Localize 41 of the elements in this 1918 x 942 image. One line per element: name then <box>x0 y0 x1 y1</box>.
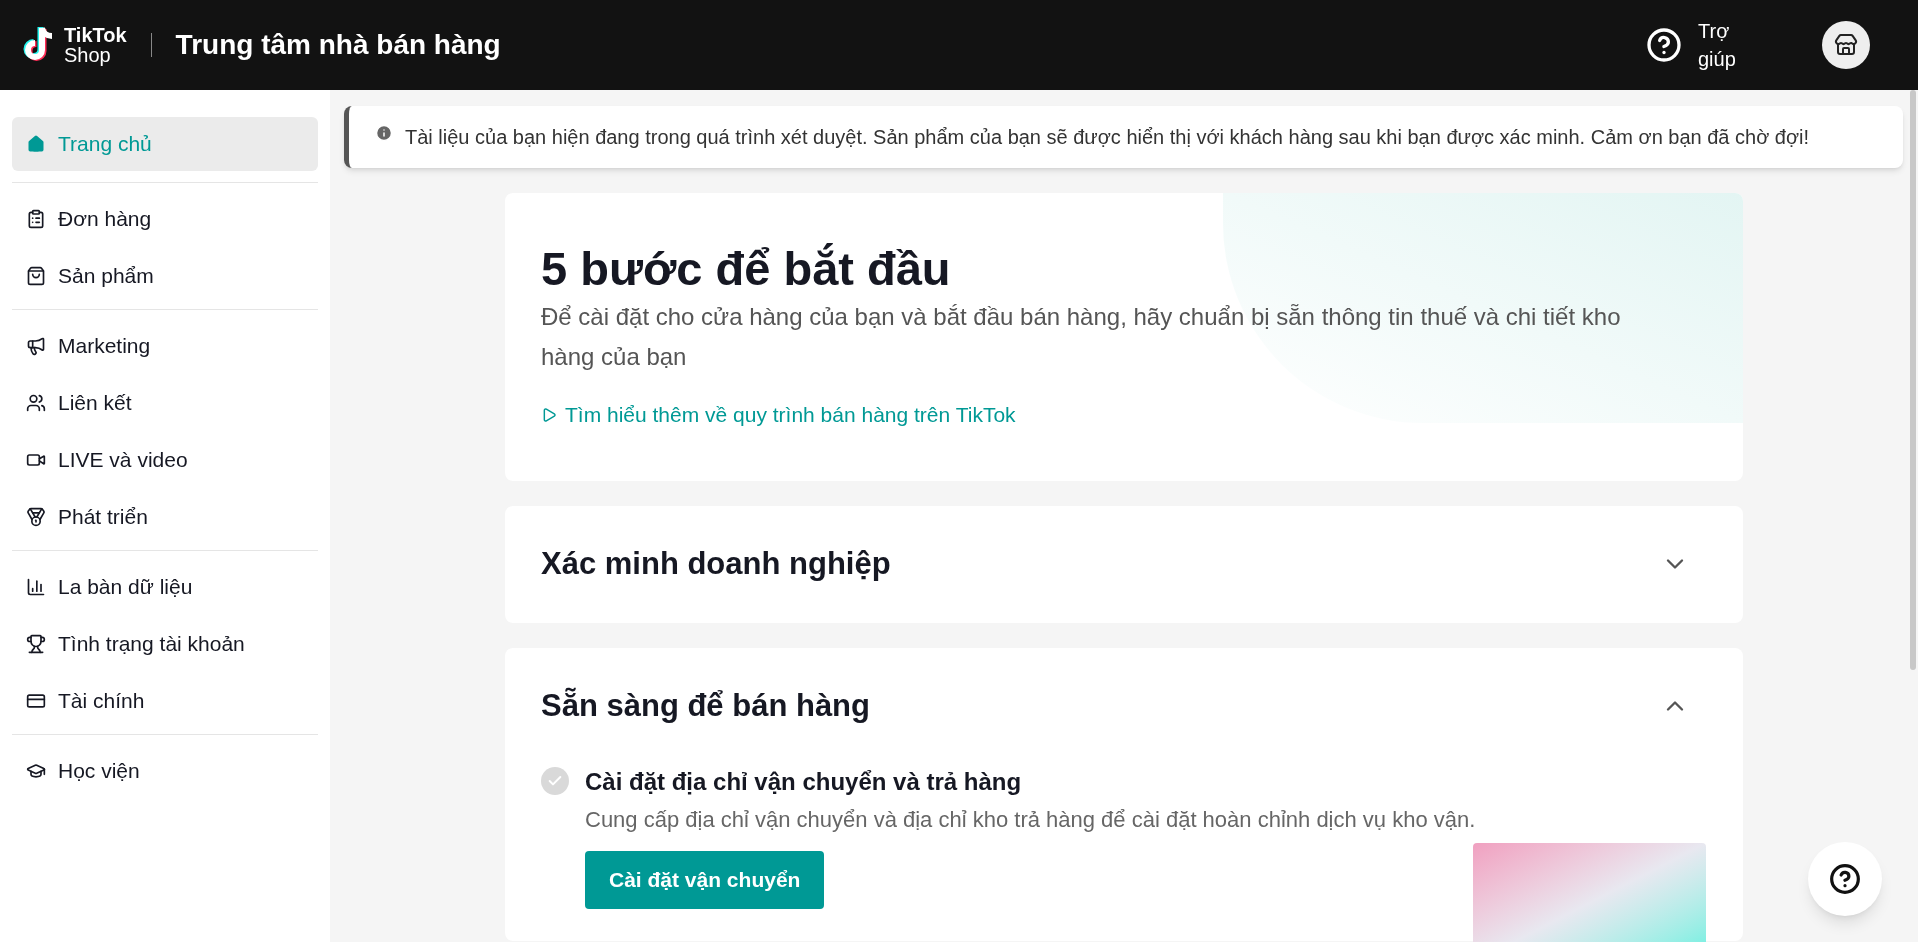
sidebar-item[interactable]: Phát triển <box>12 490 318 544</box>
sidebar-item[interactable]: Liên kết <box>12 376 318 430</box>
nav-icon <box>26 134 46 154</box>
nav-icon <box>26 266 46 286</box>
nav-icon <box>26 393 46 413</box>
sidebar-item[interactable]: Tình trạng tài khoản <box>12 617 318 671</box>
sidebar-item[interactable]: Marketing <box>12 319 318 373</box>
nav-icon <box>26 691 46 711</box>
nav-icon <box>26 336 46 356</box>
section-header[interactable]: Xác minh doanh nghiệp <box>541 505 1707 623</box>
sidebar-item[interactable]: Tài chính <box>12 674 318 728</box>
store-icon <box>1834 33 1858 57</box>
help-icon <box>1829 863 1861 895</box>
task-title: Cài đặt địa chỉ vận chuyển và trả hàng <box>585 766 1023 797</box>
sidebar-item[interactable]: LIVE và video <box>12 433 318 487</box>
shop-avatar-button[interactable] <box>1822 21 1870 69</box>
play-icon <box>541 406 557 423</box>
info-icon <box>375 124 393 142</box>
page-title: Trung tâm nhà bán hàng <box>175 28 501 62</box>
intro-subtitle: Để cài đặt cho cửa hàng của bạn và bắt đầu bán hàng, hãy chuẩn bị sẵn thông tin thuế và chi tiết kho hàng của bạn <box>541 302 1622 372</box>
logo-text: Shop <box>64 45 112 65</box>
sidebar-item[interactable]: Đơn hàng <box>12 192 318 246</box>
task-description: Cung cấp địa chỉ vận chuyển và địa chỉ kho trả hàng để cài đặt hoàn chỉnh dịch vụ kho vận. <box>585 805 1476 834</box>
nav-icon <box>26 577 46 597</box>
help-button[interactable] <box>1808 842 1882 916</box>
help-link[interactable]: Trợ giúp <box>1698 17 1748 73</box>
scrollbar[interactable] <box>1910 90 1916 670</box>
sidebar-item[interactable]: Học viện <box>12 744 318 798</box>
section-header[interactable]: Sẵn sàng để bán hàng <box>541 647 1707 765</box>
sidebar-item[interactable]: Sản phẩm <box>12 249 318 303</box>
logo-text: TikTok <box>64 25 127 45</box>
nav-icon <box>26 634 46 654</box>
nav-icon <box>26 209 46 229</box>
nav-icon <box>26 507 46 527</box>
intro-title: 5 bước để bắt đầu <box>541 241 952 297</box>
help-icon[interactable] <box>1646 27 1682 63</box>
sidebar-item[interactable]: La bàn dữ liệu <box>12 560 318 614</box>
notice-text: Tài liệu của bạn hiện đang trong quá trình xét duyệt. Sản phẩm của bạn sẽ được hiển thị với khách hàng sau khi bạn được xác minh. Cảm ơn bạn đã chờ đợi! <box>405 125 1811 150</box>
nav-icon <box>26 761 46 781</box>
learn-more-link[interactable]: Tìm hiểu thêm về quy trình bán hàng trên TikTok <box>541 399 1016 431</box>
shipping-setup-button[interactable]: Cài đặt vận chuyển <box>585 850 825 909</box>
